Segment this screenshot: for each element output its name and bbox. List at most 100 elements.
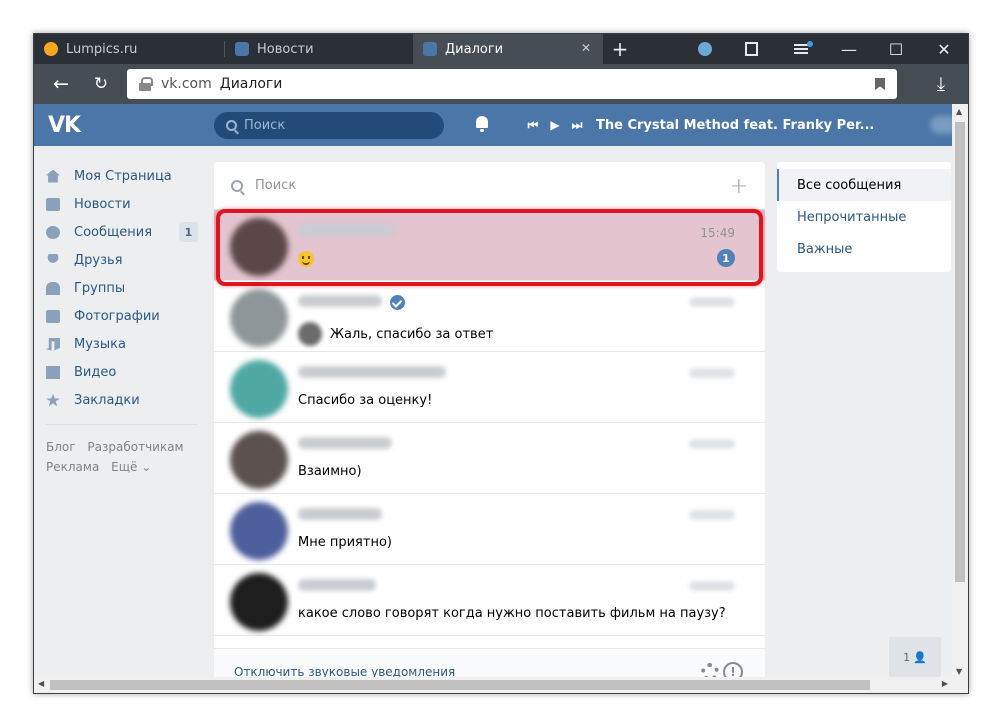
contact-name-blurred: [298, 224, 394, 236]
ads-link[interactable]: Реклама: [46, 460, 99, 474]
vk-favicon-icon: [235, 42, 249, 56]
menu-item-label: Фотографии: [74, 308, 160, 324]
weather-icon[interactable]: [690, 34, 720, 64]
filter-important[interactable]: Важные: [777, 233, 951, 265]
menu-item-my-page[interactable]: Моя Страница: [46, 162, 198, 190]
dialog-row[interactable]: Жаль, спасибо за ответ: [214, 281, 765, 352]
avatar: [230, 360, 288, 418]
developers-link[interactable]: Разработчикам: [87, 440, 183, 454]
dialog-preview: Спасибо за оценку!: [298, 393, 432, 408]
menu-item-news[interactable]: Новости: [46, 190, 198, 218]
close-window-button[interactable]: ✕: [929, 34, 959, 64]
notifications-bell-icon[interactable]: [474, 115, 490, 133]
menu-item-messages[interactable]: Сообщения 1: [46, 218, 198, 246]
avatar: [230, 218, 288, 276]
verified-check-icon: [390, 295, 405, 310]
dialog-time: 15:49: [700, 226, 735, 240]
home-icon: [46, 169, 60, 183]
previous-track-icon[interactable]: ⏮: [522, 118, 544, 133]
friends-icon: [47, 253, 59, 263]
menu-item-label: Сообщения: [74, 224, 153, 240]
tab-label: Диалоги: [445, 41, 504, 57]
track-title[interactable]: The Crystal Method feat. Franky Per...: [596, 118, 874, 133]
download-icon[interactable]: ⤓: [926, 64, 956, 104]
horizontal-scroll-thumb[interactable]: [50, 680, 870, 690]
contact-name-blurred: [298, 437, 392, 449]
scroll-right-arrow-icon[interactable]: ▶: [942, 679, 948, 688]
dialog-preview-text: Спасибо за оценку!: [298, 393, 433, 408]
menu-icon[interactable]: [786, 34, 816, 64]
vertical-scrollbar[interactable]: ▲ ▼: [952, 104, 968, 679]
url-host: vk.com: [161, 76, 212, 92]
menu-item-label: Закладки: [74, 392, 140, 408]
scroll-down-arrow-icon[interactable]: ▼: [956, 667, 962, 676]
footer-links: Блог Разработчикам Реклама Ещё ⌄: [46, 437, 198, 477]
close-tab-icon[interactable]: ✕: [581, 41, 591, 55]
dialogs-search-placeholder: Поиск: [255, 178, 297, 193]
minimize-button[interactable]: —: [834, 34, 864, 64]
dialog-preview-text: Жаль, спасибо за ответ: [330, 326, 494, 342]
own-mini-avatar: [298, 322, 322, 346]
tab-lumpics[interactable]: Lumpics.ru: [34, 34, 224, 64]
tab-label: Новости: [257, 41, 314, 57]
vk-logo[interactable]: VK: [48, 113, 81, 138]
video-icon: [46, 365, 60, 379]
menu-item-photos[interactable]: Фотографии: [46, 302, 198, 330]
menu-item-friends[interactable]: Друзья: [46, 246, 198, 274]
maximize-button[interactable]: ☐: [881, 34, 911, 64]
blog-link[interactable]: Блог: [46, 440, 76, 454]
menu-item-label: Группы: [74, 280, 126, 296]
dialogs-search-input[interactable]: Поиск +: [214, 162, 765, 210]
filter-all-messages[interactable]: Все сообщения: [777, 169, 951, 201]
url-field[interactable]: vk.com Диалоги: [127, 69, 897, 99]
more-link[interactable]: Ещё ⌄: [111, 460, 151, 474]
dialog-preview: Жаль, спасибо за ответ: [298, 322, 493, 346]
dialog-preview: какое слово говорят когда нужно поставит…: [298, 606, 726, 621]
menu-item-music[interactable]: Музыка: [46, 330, 198, 358]
menu-item-video[interactable]: Видео: [46, 358, 198, 386]
menu-item-groups[interactable]: Группы: [46, 274, 198, 302]
menu-item-label: Видео: [74, 364, 117, 380]
next-track-icon[interactable]: ⏭: [566, 118, 588, 133]
audio-player: ⏮ ▶ ⏭ The Crystal Method feat. Franky Pe…: [522, 104, 875, 146]
collections-icon[interactable]: [736, 34, 766, 64]
play-icon[interactable]: ▶: [544, 118, 566, 132]
tab-news[interactable]: Новости: [225, 34, 413, 64]
menu-item-label: Новости: [74, 196, 131, 212]
person-icon: 👤: [913, 650, 927, 664]
smile-emoji-icon: [298, 251, 314, 267]
avatar: [230, 502, 288, 560]
lock-icon: [139, 77, 153, 91]
menu-item-bookmarks[interactable]: Закладки: [46, 386, 198, 414]
reload-icon[interactable]: ↻: [86, 64, 116, 104]
filter-unread[interactable]: Непрочитанные: [777, 201, 951, 233]
header-search-placeholder: Поиск: [244, 118, 286, 133]
dialog-row[interactable]: 15:49 1: [214, 210, 765, 281]
new-message-plus-icon[interactable]: +: [730, 174, 748, 199]
dialog-row[interactable]: какое слово говорят когда нужно поставит…: [214, 565, 765, 636]
tab-bar: Lumpics.ru Новости Диалоги ✕ + — ☐ ✕: [34, 34, 968, 64]
dialog-preview: Взаимно): [298, 464, 362, 479]
vk-messages-favicon-icon: [423, 42, 437, 56]
bookmark-icon[interactable]: [875, 78, 885, 90]
scroll-left-arrow-icon[interactable]: ◀: [38, 679, 44, 688]
search-icon: [226, 120, 237, 131]
back-arrow-icon[interactable]: ←: [46, 64, 76, 104]
address-bar: ← ↻ vk.com Диалоги ⤓: [34, 64, 968, 104]
messages-icon: [46, 225, 60, 239]
tab-dialogs[interactable]: Диалоги ✕: [413, 34, 603, 64]
left-menu: Моя Страница Новости Сообщения 1 Друзья …: [46, 162, 198, 477]
dialog-row[interactable]: Мне приятно): [214, 494, 765, 565]
online-friends-button[interactable]: 1 👤: [889, 637, 941, 677]
vk-header: VK Поиск ⏮ ▶ ⏭ The Crystal Method feat. …: [34, 104, 968, 146]
vertical-scroll-thumb[interactable]: [955, 122, 965, 582]
search-icon: [231, 179, 243, 192]
dialog-row[interactable]: Спасибо за оценку!: [214, 352, 765, 423]
new-tab-button[interactable]: +: [605, 34, 635, 64]
menu-item-label: Музыка: [74, 336, 126, 352]
dialog-preview-text: Мне приятно): [298, 535, 392, 550]
dialog-row[interactable]: Взаимно): [214, 423, 765, 494]
horizontal-scrollbar[interactable]: ◀ ▶: [34, 677, 968, 693]
scroll-up-arrow-icon[interactable]: ▲: [956, 107, 962, 116]
header-search-input[interactable]: Поиск: [214, 112, 444, 139]
